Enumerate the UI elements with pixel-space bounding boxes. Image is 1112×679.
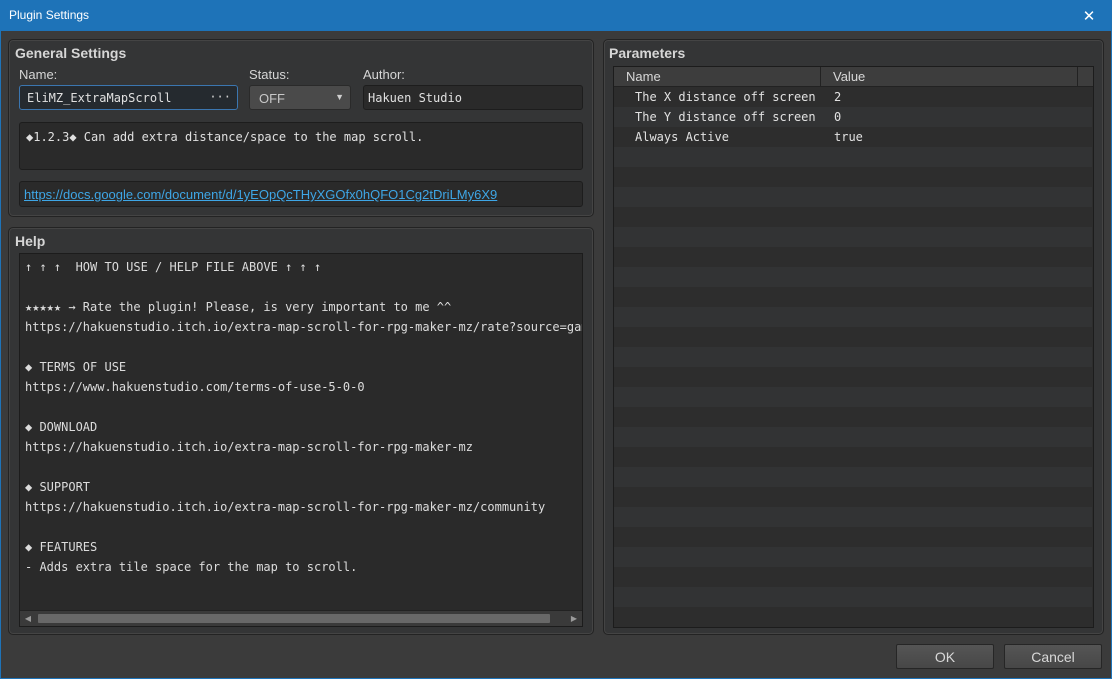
empty-row (614, 207, 1092, 227)
author-label: Author: (363, 67, 405, 82)
parameter-name: The Y distance off screen (635, 110, 816, 124)
parameter-name: The X distance off screen (635, 90, 816, 104)
parameter-value: true (834, 130, 863, 144)
name-value: EliMZ_ExtraMapScroll (27, 91, 172, 105)
help-line: https://hakuenstudio.itch.io/extra-map-s… (25, 320, 583, 334)
empty-row (614, 267, 1092, 287)
scroll-left-icon[interactable]: ◀ (20, 611, 36, 626)
scrollbar-thumb[interactable] (38, 614, 550, 623)
empty-row (614, 607, 1092, 627)
url-field[interactable]: https://docs.google.com/document/d/1yEOp… (19, 181, 583, 207)
parameters-grid[interactable]: The X distance off screen 2 The Y distance… (613, 66, 1094, 628)
parameter-row[interactable]: The Y distance off screen 0 (614, 107, 1092, 127)
ok-button[interactable]: OK (896, 644, 994, 669)
empty-row (614, 547, 1092, 567)
empty-row (614, 327, 1092, 347)
parameter-row[interactable]: The X distance off screen 2 (614, 87, 1092, 107)
help-line: ↑ ↑ ↑ HOW TO USE / HELP FILE ABOVE ↑ ↑ ↑ (25, 260, 322, 274)
parameters-title: Parameters (609, 45, 686, 61)
help-line (20, 517, 582, 537)
parameter-name: Always Active (635, 130, 729, 144)
help-line: - Adds extra tile space for the map to s… (25, 560, 358, 574)
close-icon: ✕ (1082, 7, 1096, 25)
help-title: Help (15, 233, 46, 249)
help-line (20, 457, 582, 477)
browse-icon[interactable]: ··· (209, 90, 231, 104)
empty-row (614, 507, 1092, 527)
help-line: ◆ TERMS OF USE (25, 360, 127, 374)
description-text: ◆1.2.3◆ Can add extra distance/space to … (26, 130, 424, 144)
empty-row (614, 247, 1092, 267)
description-field[interactable]: ◆1.2.3◆ Can add extra distance/space to … (19, 122, 583, 170)
help-line: ◆ SUPPORT (25, 480, 91, 494)
name-label: Name: (19, 67, 58, 82)
help-line: https://hakuenstudio.itch.io/extra-map-s… (25, 500, 546, 514)
empty-row (614, 367, 1092, 387)
empty-row (614, 447, 1092, 467)
window-title: Plugin Settings (9, 8, 90, 22)
name-field[interactable]: EliMZ_ExtraMapScroll ··· (19, 85, 238, 110)
help-line: ◆ DOWNLOAD (25, 420, 98, 434)
chevron-down-icon: ▼ (335, 92, 344, 102)
empty-row (614, 587, 1092, 607)
general-settings-title: General Settings (15, 45, 127, 61)
help-line (20, 397, 582, 417)
grid-header: Name Value (614, 67, 1093, 87)
empty-row (614, 567, 1092, 587)
empty-row (614, 527, 1092, 547)
empty-row (614, 387, 1092, 407)
help-line (20, 277, 582, 297)
help-line: ★★★★★ → Rate the plugin! Please, is very… (25, 300, 452, 314)
help-line: ◆ FEATURES (25, 540, 98, 554)
empty-row (614, 347, 1092, 367)
status-select[interactable]: OFF ▼ (249, 85, 351, 110)
empty-row (614, 467, 1092, 487)
empty-row (614, 407, 1092, 427)
empty-row (614, 187, 1092, 207)
title-bar: Plugin Settings ✕ (0, 0, 1112, 31)
horizontal-scrollbar[interactable]: ◀ ▶ (20, 610, 582, 626)
author-field[interactable]: Hakuen Studio (363, 85, 583, 110)
empty-row (614, 167, 1092, 187)
parameter-row[interactable]: Always Active true (614, 127, 1092, 147)
column-header-name[interactable]: Name (614, 67, 821, 86)
documentation-link[interactable]: https://docs.google.com/document/d/1yEOp… (24, 187, 497, 202)
cancel-button[interactable]: Cancel (1004, 644, 1102, 669)
empty-row (614, 427, 1092, 447)
help-line (20, 337, 582, 357)
status-value: OFF (259, 91, 285, 106)
empty-row (614, 147, 1092, 167)
status-label: Status: (249, 67, 290, 82)
help-line: https://hakuenstudio.itch.io/extra-map-s… (25, 440, 473, 454)
empty-row (614, 227, 1092, 247)
help-text-lines: ↑ ↑ ↑ HOW TO USE / HELP FILE ABOVE ↑ ↑ ↑… (20, 254, 582, 577)
empty-row (614, 287, 1092, 307)
parameter-value: 2 (834, 90, 842, 104)
close-button[interactable]: ✕ (1066, 0, 1112, 31)
empty-row (614, 487, 1092, 507)
scroll-right-icon[interactable]: ▶ (566, 611, 582, 626)
parameter-value: 0 (834, 110, 842, 124)
empty-row (614, 307, 1092, 327)
help-text-area[interactable]: ↑ ↑ ↑ HOW TO USE / HELP FILE ABOVE ↑ ↑ ↑… (19, 253, 583, 627)
help-line: https://www.hakuenstudio.com/terms-of-us… (25, 380, 365, 394)
author-value: Hakuen Studio (368, 91, 462, 105)
column-header-value[interactable]: Value (821, 67, 1078, 86)
